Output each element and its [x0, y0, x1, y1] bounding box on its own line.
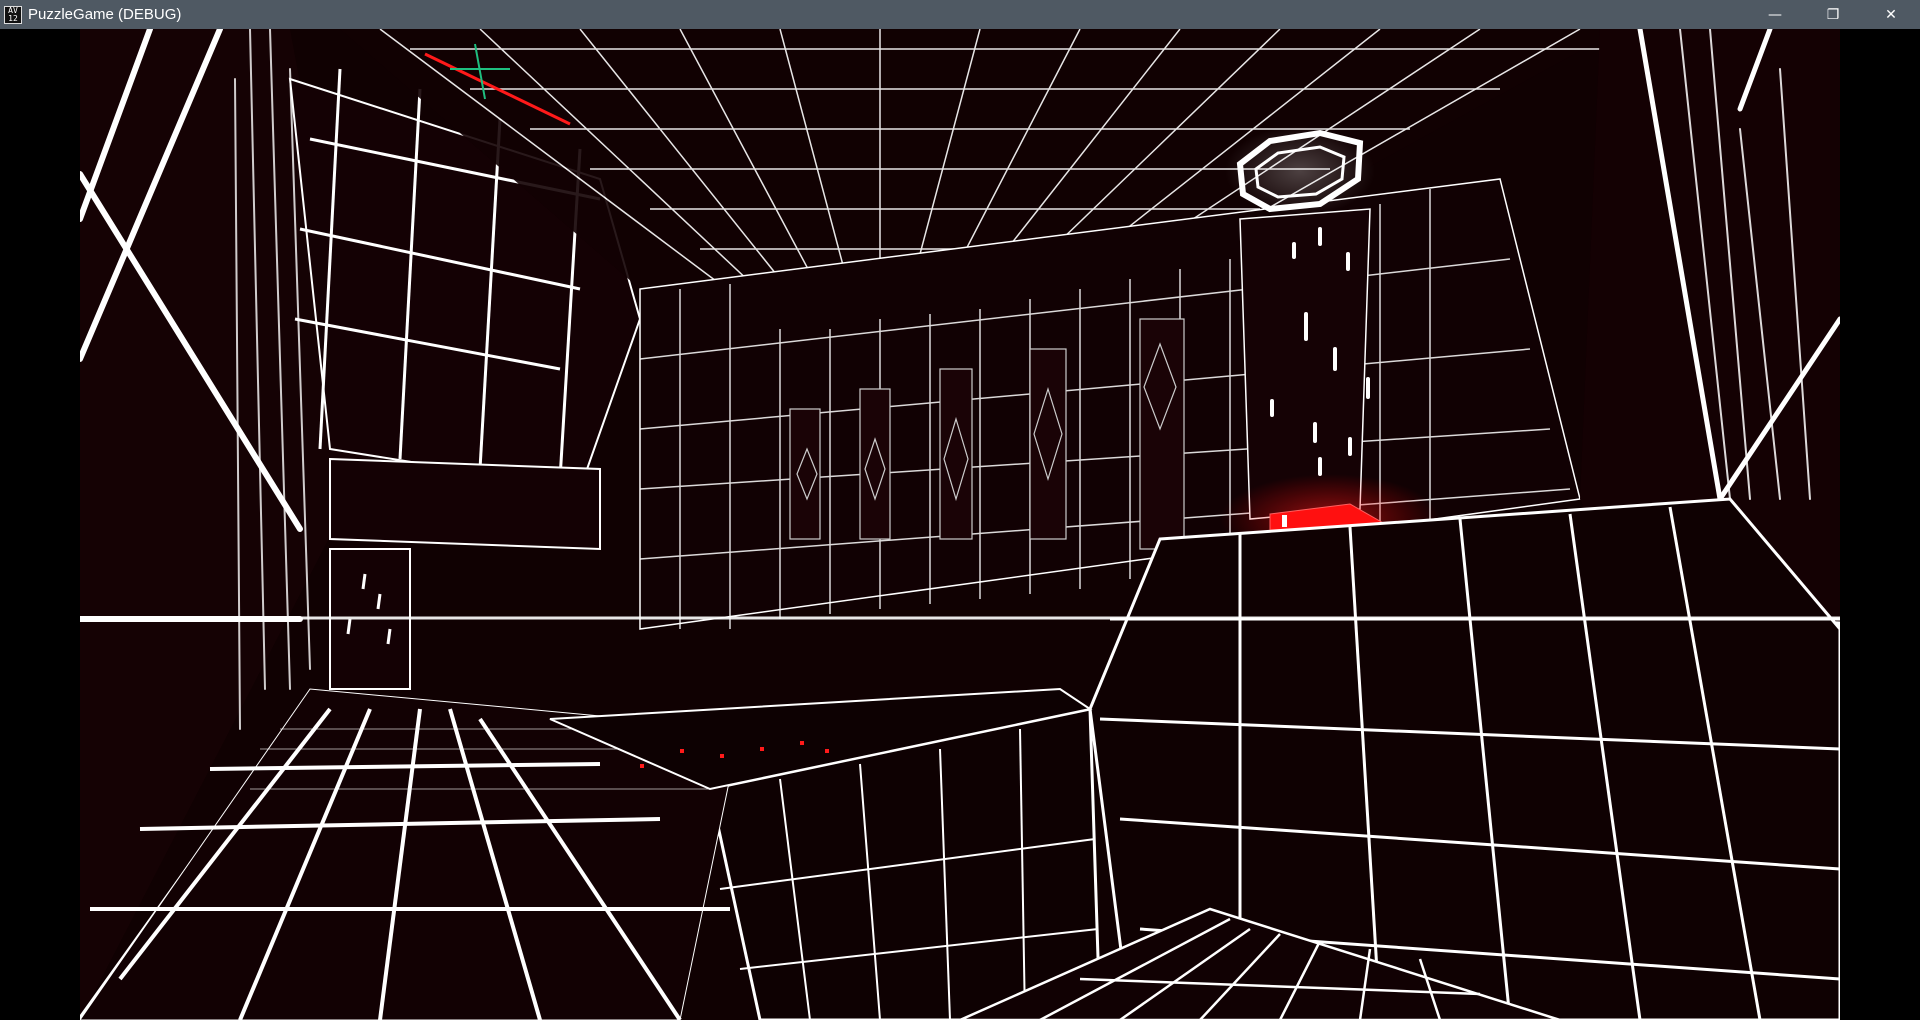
- app-icon: AV 12: [4, 5, 22, 24]
- minimize-button[interactable]: —: [1746, 0, 1804, 29]
- close-button[interactable]: ✕: [1862, 0, 1920, 29]
- restore-button[interactable]: ❐: [1804, 0, 1862, 29]
- window-title: PuzzleGame (DEBUG): [28, 6, 182, 23]
- letterbox-left: [0, 29, 80, 1020]
- scene-svg: [80, 29, 1840, 1020]
- app-icon-text: AV 12: [8, 5, 18, 23]
- game-viewport[interactable]: [80, 29, 1840, 1020]
- window-titlebar[interactable]: AV 12 PuzzleGame (DEBUG) — ❐ ✕: [0, 0, 1920, 29]
- window-controls: — ❐ ✕: [1746, 0, 1920, 29]
- letterbox-right: [1840, 29, 1920, 1020]
- ring-shaft: [1225, 126, 1375, 520]
